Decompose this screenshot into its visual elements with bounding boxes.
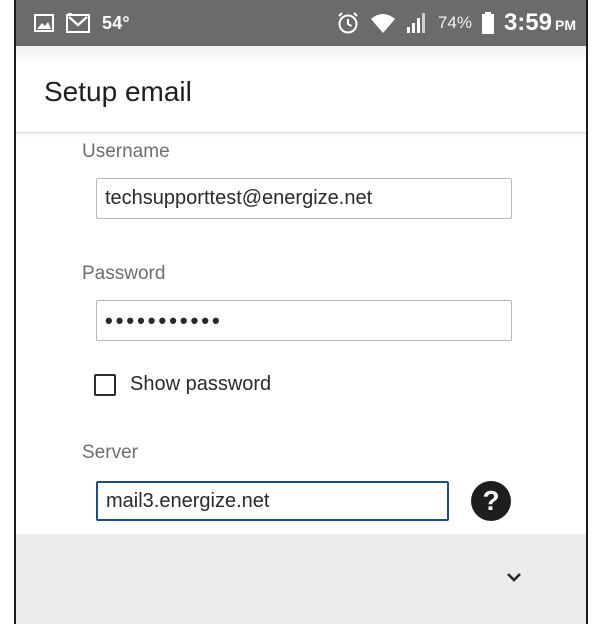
phone-screen: 54° 74% 3:59 PM Setup email Username tec… [14, 0, 588, 624]
page-title: Setup email [44, 76, 192, 107]
username-value: techsupporttest@energize.net [105, 187, 373, 209]
clock-time: 3:59 [503, 9, 552, 36]
server-field[interactable]: mail3.energize.net [96, 481, 449, 521]
username-label: Username [82, 141, 170, 162]
chevron-down-icon[interactable] [502, 569, 526, 587]
battery-percent: 74% [437, 13, 472, 32]
password-label: Password [82, 263, 166, 284]
gmail-icon [66, 13, 90, 33]
server-value: mail3.energize.net [106, 489, 270, 512]
battery-icon [481, 12, 494, 34]
username-field[interactable]: techsupporttest@energize.net [96, 178, 512, 219]
app-bar: Setup email [16, 46, 586, 133]
password-value: ••••••••••• [105, 307, 223, 333]
alarm-icon [336, 11, 360, 35]
signal-icon [406, 12, 428, 34]
server-label: Server [82, 442, 138, 463]
wifi-icon [370, 12, 396, 34]
status-bar: 54° 74% 3:59 PM [16, 0, 586, 46]
help-icon[interactable]: ? [471, 481, 511, 521]
clock: 3:59 PM [504, 9, 576, 37]
show-password-checkbox[interactable] [94, 373, 116, 396]
bottom-bar [16, 534, 586, 624]
clock-ampm: PM [555, 17, 576, 33]
show-password-label: Show password [130, 373, 272, 395]
gallery-icon [34, 14, 54, 32]
password-field[interactable]: ••••••••••• [96, 300, 512, 341]
show-password-row[interactable]: Show password [94, 373, 271, 396]
temperature: 54° [102, 12, 130, 33]
